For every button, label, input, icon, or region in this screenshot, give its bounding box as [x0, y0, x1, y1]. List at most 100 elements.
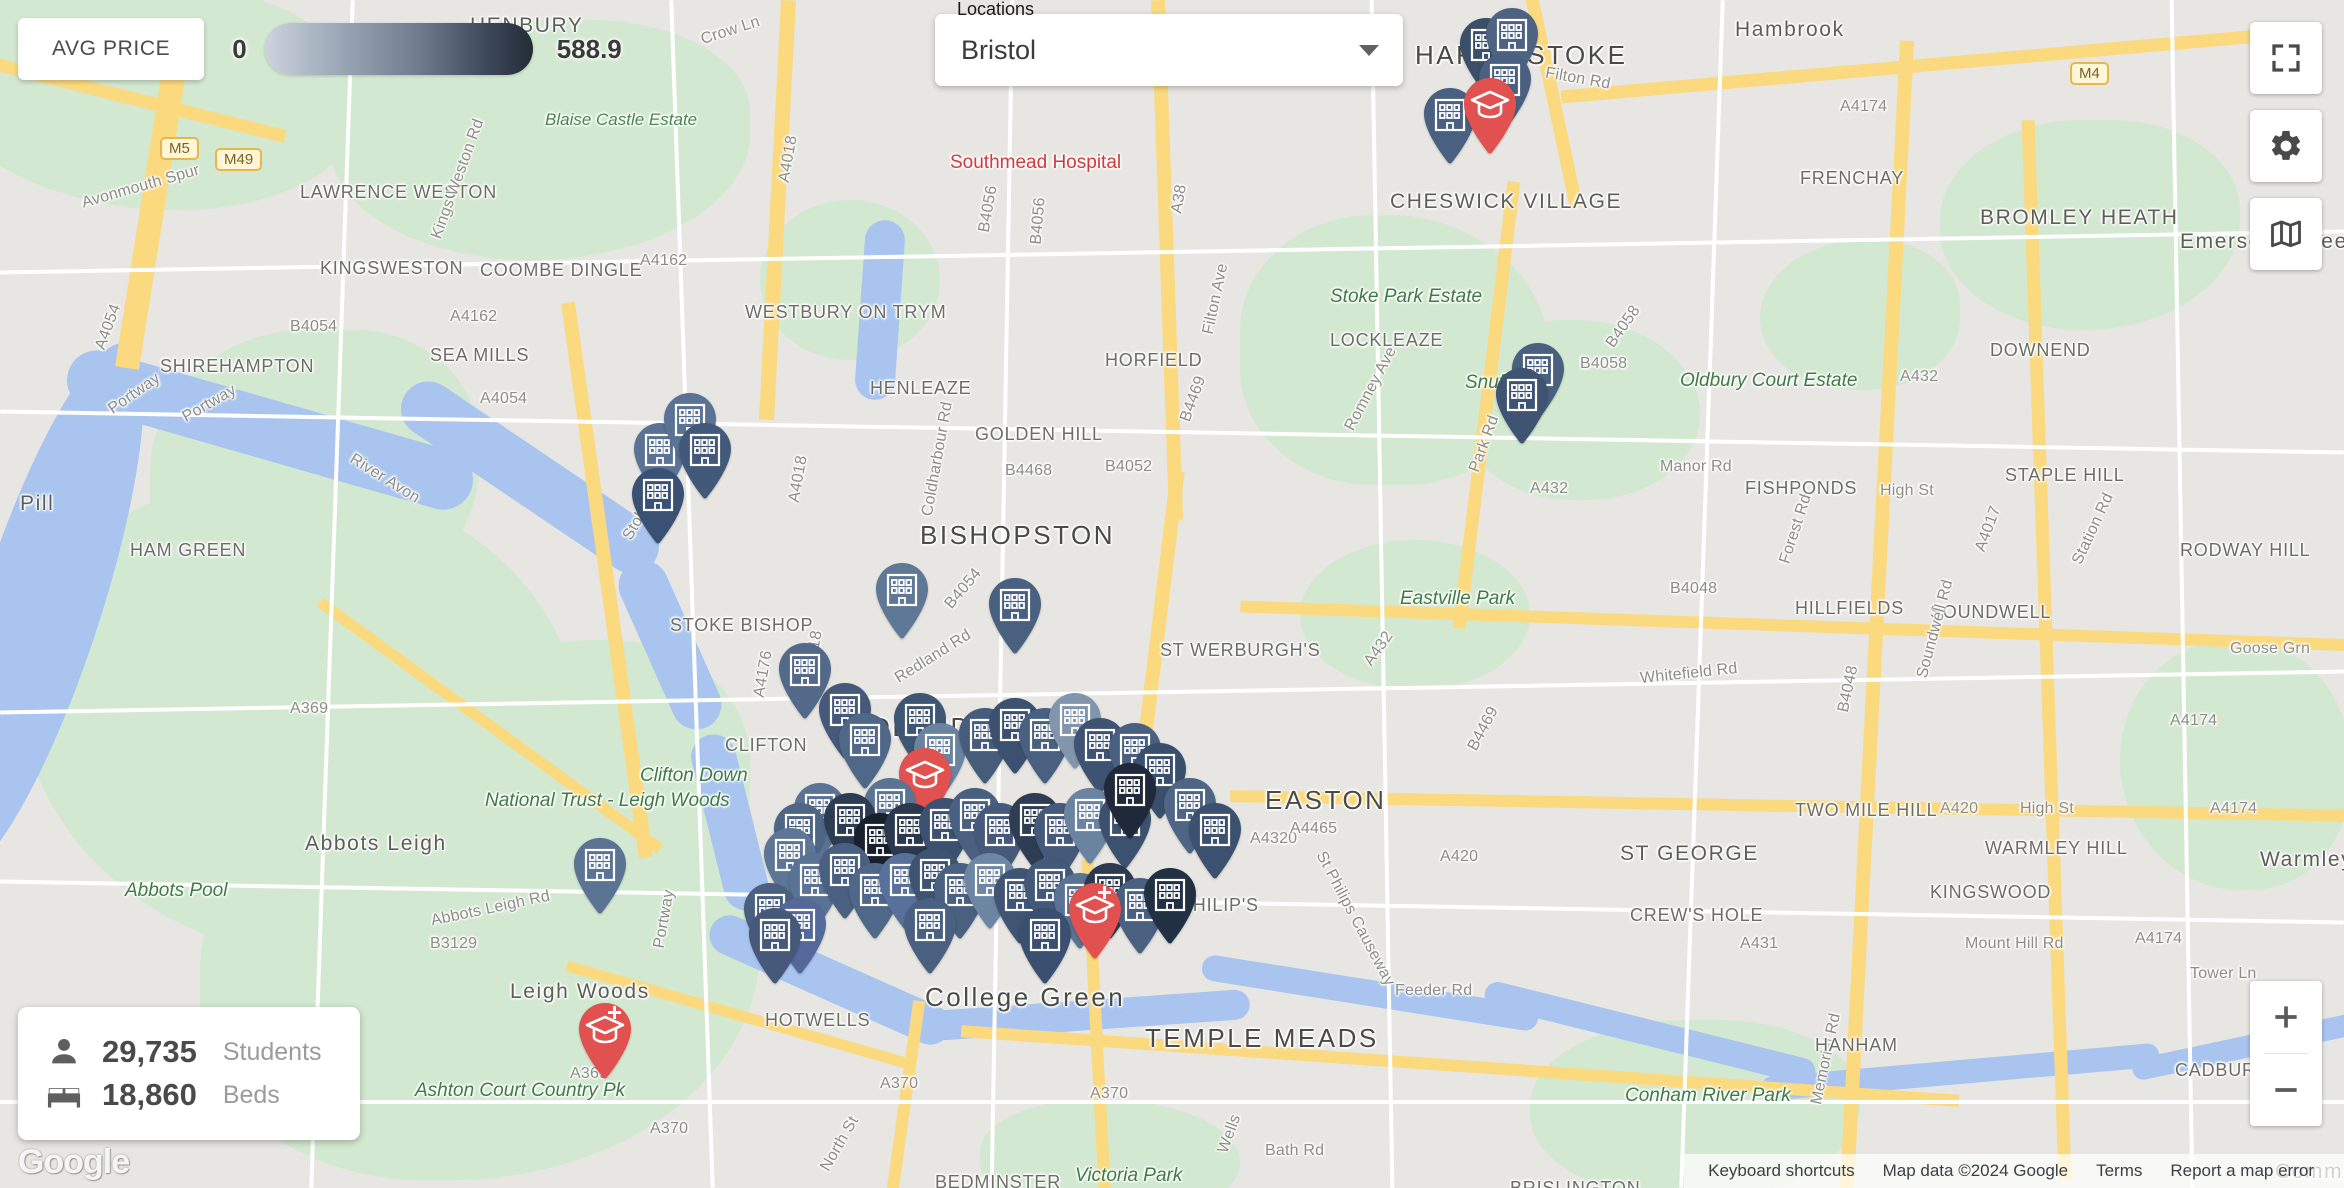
locations-select-field[interactable]: Locations Bristol: [935, 0, 1403, 86]
zoom-in-button[interactable]: [2250, 981, 2322, 1053]
map-place-label: National Trust - Leigh Woods: [485, 790, 730, 811]
map-place-label: A370: [1090, 1085, 1129, 1102]
locations-select-control[interactable]: Bristol: [935, 14, 1403, 86]
map-place-label: HANHAM: [1815, 1035, 1898, 1055]
stats-summary-card: 29,735 Students 18,860 Beds: [18, 1007, 360, 1140]
map-place-label: BEDMINSTER: [935, 1172, 1062, 1188]
map-place-label: A4162: [450, 308, 498, 325]
map-place-label: Manor Rd: [1660, 458, 1732, 475]
map-place-label: Stoke Park Estate: [1330, 286, 1483, 307]
map-place-label: Oldbury Court Estate: [1680, 370, 1858, 391]
map-place-label: A4174: [1840, 98, 1888, 115]
map-layers-icon: [2271, 220, 2301, 248]
zoom-controls[interactable]: [2250, 981, 2322, 1126]
map-place-label: B4054: [290, 318, 338, 335]
map-place-label: A370: [650, 1120, 689, 1137]
property-map-marker[interactable]: [1101, 762, 1159, 840]
map-place-label: A420: [1440, 848, 1479, 865]
property-map-marker[interactable]: [986, 577, 1044, 655]
map-place-label: DOWNEND: [1990, 340, 2091, 360]
fullscreen-icon: [2272, 44, 2300, 72]
locations-selected-value: Bristol: [961, 34, 1037, 65]
map-place-label: High St: [1880, 482, 1934, 499]
map-place-label: B3129: [430, 935, 478, 952]
map-place-label: SEA MILLS: [430, 345, 530, 365]
map-place-label: Abbots Leigh: [305, 832, 447, 855]
map-place-label: RODWAY HILL: [2180, 540, 2311, 560]
map-place-label: Victoria Park: [1075, 1165, 1183, 1186]
plus-icon: [2275, 1006, 2297, 1028]
map-place-label: A4162: [640, 252, 688, 269]
map-place-label: B4468: [1005, 462, 1053, 479]
map-type-button[interactable]: [2250, 198, 2322, 270]
map-place-label: Hambrook: [1735, 18, 1845, 41]
person-icon: [44, 1035, 84, 1069]
terms-link[interactable]: Terms: [2082, 1161, 2156, 1181]
map-place-label: B4058: [1580, 355, 1628, 372]
university-map-marker[interactable]: [1066, 882, 1124, 960]
fullscreen-button[interactable]: [2250, 22, 2322, 94]
legend-max-value: 588.9: [556, 33, 622, 64]
map-place-label: Warmley: [2260, 848, 2344, 871]
students-stat-row: 29,735 Students: [44, 1034, 322, 1070]
map-place-label: KINGSWESTON: [320, 258, 464, 278]
students-label: Students: [222, 1037, 322, 1066]
university-map-marker[interactable]: [576, 1002, 634, 1080]
map-place-label: B4048: [1670, 580, 1718, 597]
map-place-label: Conham River Park: [1625, 1085, 1791, 1106]
map-place-label: M4: [2070, 62, 2109, 85]
map-place-label: HILLFIELDS: [1795, 598, 1905, 618]
map-place-label: Clifton Down: [640, 765, 748, 786]
map-place-label: HAM GREEN: [130, 540, 247, 560]
gear-icon: [2271, 130, 2301, 160]
university-map-marker[interactable]: [1461, 77, 1519, 155]
map-place-label: STAPLE HILL: [2005, 465, 2125, 485]
map-place-label: M49: [215, 148, 263, 171]
map-place-label: HOTWELLS: [765, 1010, 871, 1030]
report-map-error-link[interactable]: Report a map error: [2156, 1161, 2328, 1181]
map-place-label: TEMPLE MEADS: [1145, 1023, 1379, 1053]
chevron-down-icon[interactable]: [1359, 44, 1379, 56]
map-place-label: A4174: [2210, 800, 2258, 817]
map-place-label: A4465: [1290, 820, 1338, 837]
map-place-label: A4174: [2135, 930, 2183, 947]
map-place-label: Tower Ln: [2190, 965, 2257, 982]
property-map-marker[interactable]: [873, 562, 931, 640]
map-place-label: CREW'S HOLE: [1630, 905, 1764, 925]
map-place-label: STOKE BISHOP: [670, 615, 814, 635]
property-map-marker[interactable]: [629, 467, 687, 545]
map-place-label: LAWRENCE WESTON: [300, 182, 498, 202]
keyboard-shortcuts-link[interactable]: Keyboard shortcuts: [1694, 1161, 1868, 1181]
legend-gradient-bar: [264, 23, 533, 75]
map-place-label: CLIFTON: [725, 735, 808, 755]
map-place-label: CHESWICK VILLAGE: [1390, 190, 1623, 213]
avg-price-legend: AVG PRICE 0 588.9: [0, 0, 622, 92]
map-place-label: A370: [880, 1075, 919, 1092]
map-place-label: A431: [1740, 935, 1779, 952]
zoom-out-button[interactable]: [2250, 1054, 2322, 1126]
map-place-label: High St: [2020, 800, 2074, 817]
avg-price-title: AVG PRICE: [52, 37, 171, 60]
property-map-marker[interactable]: [1141, 867, 1199, 945]
property-map-marker[interactable]: [901, 897, 959, 975]
map-park-area: [760, 200, 940, 360]
map-place-label: A4174: [2170, 712, 2218, 729]
beds-value: 18,860: [102, 1077, 197, 1112]
map-place-label: HENLEAZE: [870, 378, 972, 398]
students-value: 29,735: [102, 1034, 197, 1069]
property-map-marker[interactable]: [1493, 367, 1551, 445]
settings-button[interactable]: [2250, 110, 2322, 182]
map-place-label: Southmead Hospital: [950, 152, 1122, 173]
google-logo: Google: [18, 1143, 130, 1181]
property-map-marker[interactable]: [746, 907, 804, 985]
map-place-label: A369: [290, 700, 329, 717]
map-place-label: Leigh Woods: [510, 980, 650, 1003]
map-place-label: WESTBURY ON TRYM: [745, 302, 947, 322]
legend-min-value: 0: [232, 33, 247, 64]
map-place-label: Mount Hill Rd: [1965, 935, 2064, 952]
map-place-label: Goose Grn: [2230, 640, 2311, 657]
property-map-marker[interactable]: [571, 837, 629, 915]
beds-label: Beds: [222, 1080, 280, 1109]
map-place-label: WARMLEY HILL: [1985, 838, 2128, 858]
map-place-label: HORFIELD: [1105, 350, 1203, 370]
